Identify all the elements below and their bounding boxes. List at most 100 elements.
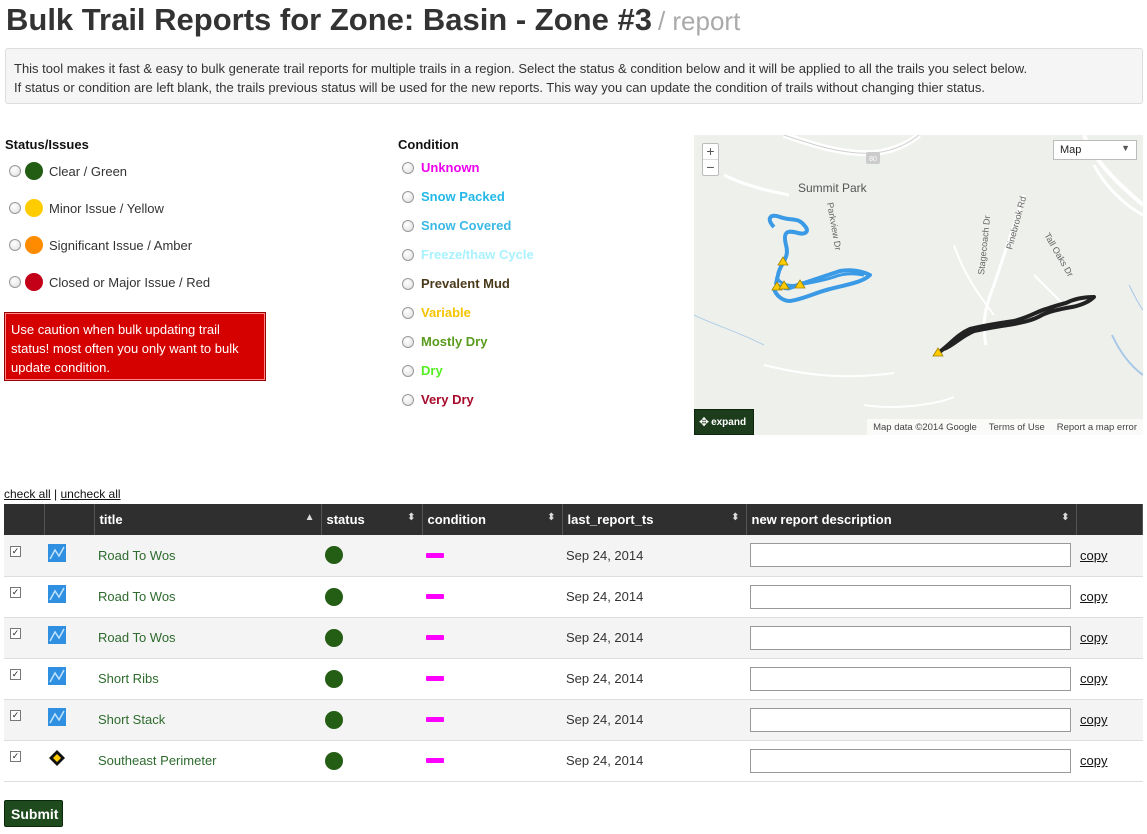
condition-radio[interactable] bbox=[402, 306, 414, 319]
condition-option-prevalent-mud[interactable]: Prevalent Mud bbox=[402, 276, 510, 291]
last-report-date: Sep 24, 2014 bbox=[566, 630, 644, 645]
status-option-closed[interactable]: Closed or Major Issue / Red bbox=[9, 273, 210, 291]
col-last-report[interactable]: last_report_ts ⬍ bbox=[562, 504, 747, 535]
condition-option-snow-covered[interactable]: Snow Covered bbox=[402, 218, 511, 233]
description-input[interactable] bbox=[750, 748, 1071, 773]
row-checkbox[interactable]: ✓ bbox=[10, 669, 21, 680]
road-label-parkview: Parkview Dr bbox=[825, 202, 843, 252]
trail-title[interactable]: Road To Wos bbox=[98, 589, 176, 604]
copy-link[interactable]: copy bbox=[1080, 548, 1107, 563]
condition-radio[interactable] bbox=[402, 161, 414, 174]
col-condition[interactable]: condition ⬍ bbox=[422, 504, 563, 535]
row-checkbox[interactable]: ✓ bbox=[10, 628, 21, 639]
zoom-in-icon[interactable]: + bbox=[703, 144, 718, 160]
condition-radio[interactable] bbox=[402, 393, 414, 406]
condition-option-mostly-dry[interactable]: Mostly Dry bbox=[402, 334, 487, 349]
check-all-link[interactable]: check all bbox=[4, 487, 51, 501]
condition-option-label: Mostly Dry bbox=[421, 334, 488, 349]
table-row: ✓ Road To Wos Sep 24, 2014 copy bbox=[4, 617, 1143, 659]
condition-radio[interactable] bbox=[402, 248, 414, 261]
col-icon bbox=[44, 504, 95, 535]
sort-icon: ⬍ bbox=[1061, 512, 1070, 523]
condition-option-snow-packed[interactable]: Snow Packed bbox=[402, 189, 505, 204]
map-attribution: Map data ©2014 Google bbox=[873, 421, 977, 433]
description-input[interactable] bbox=[750, 707, 1071, 732]
copy-link[interactable]: copy bbox=[1080, 753, 1107, 768]
description-input[interactable] bbox=[750, 666, 1071, 691]
condition-radio[interactable] bbox=[402, 335, 414, 348]
status-option-minor[interactable]: Minor Issue / Yellow bbox=[9, 199, 164, 217]
status-radio[interactable] bbox=[9, 239, 21, 251]
trail-map[interactable]: 80 Parkview Dr Stagecoach Dr Pinebrook R… bbox=[694, 135, 1143, 435]
row-checkbox[interactable]: ✓ bbox=[10, 587, 21, 598]
map-type-select[interactable]: Map ▼ bbox=[1053, 140, 1137, 160]
col-copy bbox=[1076, 504, 1143, 535]
status-option-label: Closed or Major Issue / Red bbox=[49, 274, 211, 290]
row-checkbox[interactable]: ✓ bbox=[10, 751, 21, 762]
row-checkbox[interactable]: ✓ bbox=[10, 545, 21, 557]
condition-option-freeze-thaw[interactable]: Freeze/thaw Cycle bbox=[402, 247, 534, 262]
amber-dot-icon bbox=[25, 236, 43, 254]
condition-option-dry[interactable]: Dry bbox=[402, 363, 443, 378]
status-dot-icon bbox=[325, 669, 343, 688]
map-report-error-link[interactable]: Report a map error bbox=[1057, 422, 1137, 433]
condition-option-label: Freeze/thaw Cycle bbox=[421, 247, 534, 262]
condition-option-very-dry[interactable]: Very Dry bbox=[402, 392, 474, 407]
status-dot-icon bbox=[325, 628, 343, 647]
status-dot-icon bbox=[325, 546, 343, 565]
map-zoom-control[interactable]: + − bbox=[702, 143, 719, 176]
condition-option-unknown[interactable]: Unknown bbox=[402, 160, 480, 175]
expand-icon: ✥ bbox=[699, 415, 710, 429]
description-input[interactable] bbox=[750, 625, 1071, 650]
condition-bar-icon bbox=[426, 635, 444, 640]
copy-link[interactable]: copy bbox=[1080, 630, 1107, 645]
condition-bar-icon bbox=[426, 552, 444, 558]
status-radio[interactable] bbox=[9, 165, 21, 177]
col-description[interactable]: new report description ⬍ bbox=[746, 504, 1077, 535]
submit-button[interactable]: Submit bbox=[4, 800, 63, 827]
col-title[interactable]: title ▲ bbox=[94, 504, 322, 535]
row-checkbox[interactable]: ✓ bbox=[10, 710, 21, 721]
trail-title[interactable]: Road To Wos bbox=[98, 630, 176, 645]
status-option-clear[interactable]: Clear / Green bbox=[9, 162, 127, 180]
copy-link[interactable]: copy bbox=[1080, 589, 1107, 604]
condition-radio[interactable] bbox=[402, 190, 414, 203]
zoom-out-icon[interactable]: − bbox=[703, 160, 718, 176]
map-terms-link[interactable]: Terms of Use bbox=[989, 422, 1045, 433]
condition-option-label: Snow Covered bbox=[421, 218, 512, 233]
description-input[interactable] bbox=[750, 543, 1071, 568]
trail-title[interactable]: Road To Wos bbox=[98, 548, 176, 563]
condition-radio[interactable] bbox=[402, 364, 414, 377]
condition-bar-icon bbox=[426, 758, 444, 763]
condition-option-variable[interactable]: Variable bbox=[402, 305, 471, 320]
intro-line-2: If status or condition are left blank, t… bbox=[14, 80, 985, 95]
trail-title[interactable]: Southeast Perimeter bbox=[98, 753, 217, 768]
yellow-dot-icon bbox=[25, 199, 43, 217]
map-expand-button[interactable]: ✥ expand bbox=[694, 409, 754, 435]
road-label-pinebrook: Pinebrook Rd bbox=[1004, 195, 1028, 250]
map-canvas[interactable]: 80 Parkview Dr Stagecoach Dr Pinebrook R… bbox=[694, 135, 1143, 435]
check-links: check all | uncheck all bbox=[4, 487, 121, 501]
col-status[interactable]: status ⬍ bbox=[321, 504, 423, 535]
condition-option-label: Very Dry bbox=[421, 392, 474, 407]
map-footer: Map data ©2014 Google Terms of Use Repor… bbox=[867, 419, 1143, 435]
col-description-label: new report description bbox=[751, 512, 892, 527]
route-icon bbox=[48, 543, 66, 562]
status-radio[interactable] bbox=[9, 202, 21, 214]
status-radio[interactable] bbox=[9, 276, 21, 288]
trail-title[interactable]: Short Ribs bbox=[98, 671, 159, 686]
table-row: ✓ Road To Wos Sep 24, 2014 copy bbox=[4, 535, 1143, 577]
bulk-status-warning: Use caution when bulk updating trail sta… bbox=[4, 312, 266, 381]
uncheck-all-link[interactable]: uncheck all bbox=[61, 487, 121, 501]
copy-link[interactable]: copy bbox=[1080, 671, 1107, 686]
condition-radio[interactable] bbox=[402, 277, 414, 290]
sort-asc-icon: ▲ bbox=[304, 512, 315, 523]
condition-radio[interactable] bbox=[402, 219, 414, 232]
status-option-significant[interactable]: Significant Issue / Amber bbox=[9, 236, 192, 254]
condition-option-label: Variable bbox=[421, 305, 471, 320]
copy-link[interactable]: copy bbox=[1080, 712, 1107, 727]
description-input[interactable] bbox=[750, 584, 1071, 609]
trail-title[interactable]: Short Stack bbox=[98, 712, 165, 727]
highway-80-label: 80 bbox=[869, 156, 877, 163]
trail-table: title ▲ status ⬍ condition ⬍ last_report_ts… bbox=[4, 504, 1143, 782]
